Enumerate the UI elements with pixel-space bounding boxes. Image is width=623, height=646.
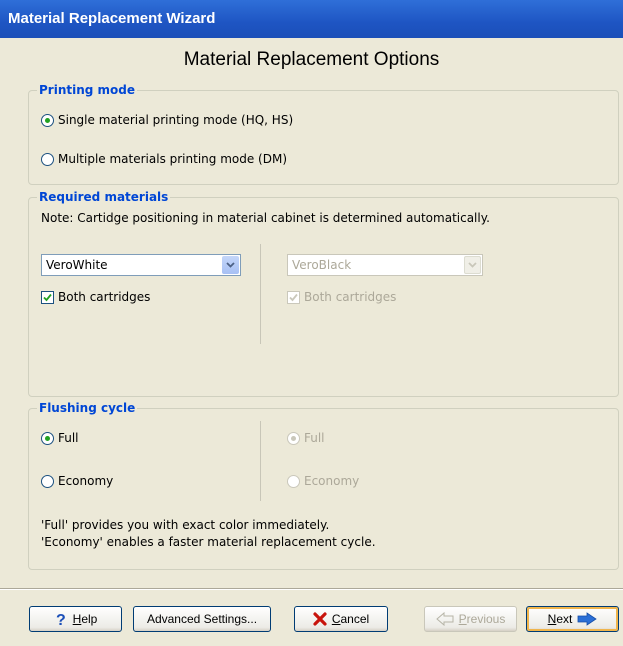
right-economy-label: Economy [304, 474, 360, 488]
checkbox-indicator [41, 290, 54, 304]
svg-text:?: ? [56, 612, 66, 627]
radio-indicator [41, 152, 54, 166]
left-economy-label: Economy [58, 474, 114, 488]
right-full-radio[interactable]: Full [287, 431, 325, 445]
radio-indicator [41, 113, 54, 127]
next-button[interactable]: Next [526, 606, 619, 632]
required-materials-legend: Required materials [39, 190, 169, 204]
left-material-select[interactable]: VeroWhite [41, 254, 241, 276]
arrow-right-icon [577, 612, 598, 626]
next-label: Next [547, 612, 573, 626]
flushing-divider [260, 421, 261, 501]
page-heading: Material Replacement Options [183, 49, 440, 70]
cartridge-note: Note: Cartidge positioning in material c… [41, 211, 490, 225]
left-material-value: VeroWhite [46, 258, 108, 272]
printing-mode-group: Printing mode [28, 83, 619, 185]
close-icon [313, 612, 327, 626]
single-material-mode-radio[interactable]: Single material printing mode (HQ, HS) [41, 113, 293, 127]
advanced-settings-label: Advanced Settings... [146, 612, 258, 626]
right-material-value: VeroBlack [292, 258, 352, 272]
radio-indicator [287, 431, 300, 445]
footer-separator-highlight [0, 589, 623, 590]
advanced-settings-button[interactable]: Advanced Settings... [133, 606, 271, 632]
multiple-materials-mode-label: Multiple materials printing mode (DM) [58, 152, 288, 166]
cancel-button[interactable]: Cancel [294, 606, 388, 632]
materials-divider [260, 244, 261, 344]
right-both-cartridges-checkbox[interactable]: Both cartridges [287, 290, 396, 304]
checkmark-icon [289, 293, 298, 301]
left-both-cartridges-checkbox[interactable]: Both cartridges [41, 290, 150, 304]
cancel-label: Cancel [331, 612, 370, 626]
checkmark-icon [43, 293, 52, 301]
radio-indicator [41, 474, 54, 488]
flushing-info-line-1: 'Full' provides you with exact color imm… [41, 518, 330, 532]
right-both-cartridges-label: Both cartridges [304, 290, 397, 304]
help-icon: ? [56, 612, 66, 627]
window-title: Material Replacement Wizard [8, 10, 216, 27]
chevron-down-icon[interactable] [464, 256, 481, 274]
single-material-mode-label: Single material printing mode (HQ, HS) [58, 113, 294, 127]
left-both-cartridges-label: Both cartridges [58, 290, 151, 304]
chevron-down-icon[interactable] [222, 256, 239, 274]
right-economy-radio[interactable]: Economy [287, 474, 359, 488]
right-full-label: Full [304, 431, 325, 445]
left-economy-radio[interactable]: Economy [41, 474, 113, 488]
flushing-cycle-legend: Flushing cycle [39, 401, 136, 415]
multiple-materials-mode-radio[interactable]: Multiple materials printing mode (DM) [41, 152, 287, 166]
checkbox-indicator [287, 290, 300, 304]
left-full-label: Full [58, 431, 79, 445]
previous-label: Previous [458, 612, 506, 626]
printing-mode-legend: Printing mode [39, 83, 136, 97]
previous-button[interactable]: Previous [424, 606, 517, 632]
right-material-select[interactable]: VeroBlack [287, 254, 483, 276]
help-button[interactable]: ? Help [29, 606, 122, 632]
arrow-left-icon [435, 612, 454, 626]
title-bar: Material Replacement Wizard [0, 0, 623, 38]
help-label: Help [72, 612, 98, 626]
flushing-info-line-2: 'Economy' enables a faster material repl… [41, 535, 376, 549]
left-full-radio[interactable]: Full [41, 431, 79, 445]
radio-indicator [287, 474, 300, 488]
radio-indicator [41, 431, 54, 445]
